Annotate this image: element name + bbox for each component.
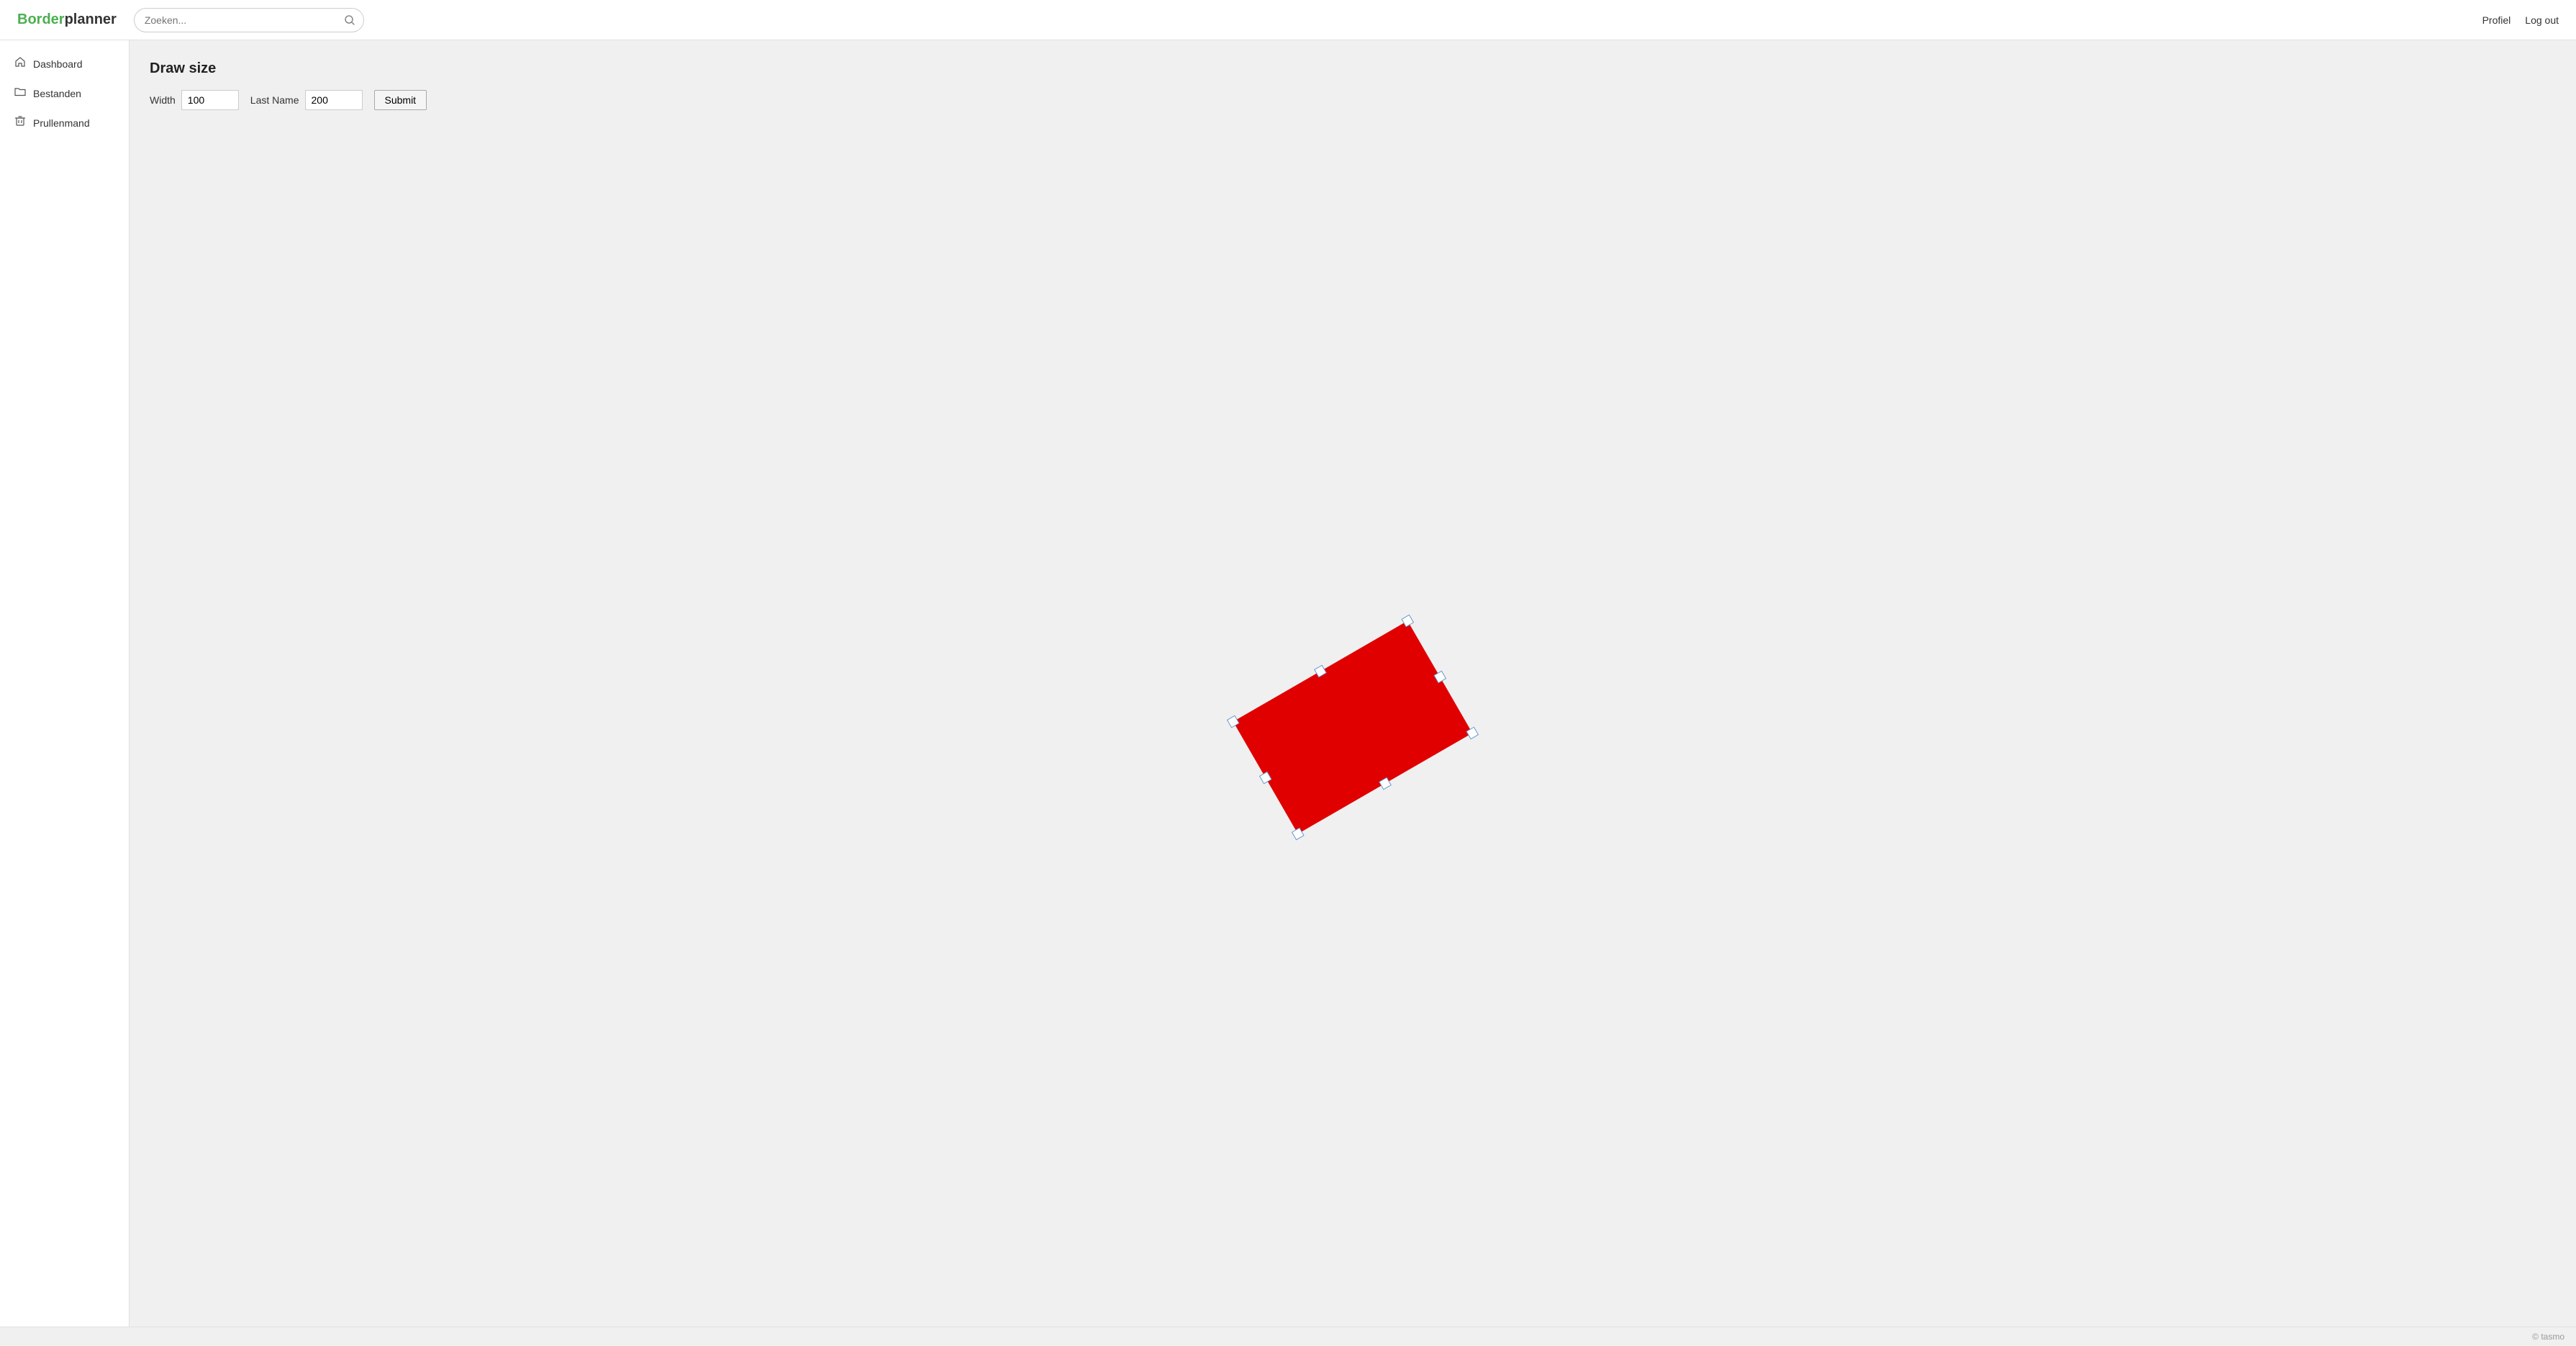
- logo-planner-text: planner: [65, 12, 117, 28]
- trash-icon: [14, 115, 26, 130]
- canvas-area: [150, 127, 2556, 1327]
- drawn-rectangle: [1233, 621, 1472, 834]
- main-content: Draw size Width Last Name Submit: [130, 40, 2576, 1327]
- form-row: Width Last Name Submit: [150, 90, 2556, 110]
- dashboard-label: Dashboard: [33, 58, 83, 70]
- width-label: Width: [150, 94, 176, 106]
- logo[interactable]: Border planner: [17, 12, 117, 28]
- header: Border planner Profiel Log out: [0, 0, 2576, 40]
- prullenmand-label: Prullenmand: [33, 117, 90, 129]
- footer-text: © tasmo: [2532, 1332, 2564, 1342]
- search-container: [134, 8, 364, 32]
- draw-canvas: [1209, 584, 1497, 872]
- search-button[interactable]: [336, 8, 364, 32]
- page-title: Draw size: [150, 60, 2556, 77]
- bestanden-label: Bestanden: [33, 88, 81, 99]
- footer: © tasmo: [0, 1327, 2576, 1346]
- sidebar-item-prullenmand[interactable]: Prullenmand: [0, 108, 129, 137]
- submit-button[interactable]: Submit: [374, 90, 427, 110]
- header-right: Profiel Log out: [2482, 14, 2559, 26]
- logout-link[interactable]: Log out: [2525, 14, 2559, 26]
- width-input[interactable]: [181, 90, 239, 110]
- home-icon: [14, 56, 26, 71]
- logo-border-text: Border: [17, 12, 65, 28]
- sidebar-item-dashboard[interactable]: Dashboard: [0, 49, 129, 78]
- sidebar-item-bestanden[interactable]: Bestanden: [0, 78, 129, 108]
- search-icon: [345, 15, 355, 25]
- width-field-group: Width: [150, 90, 239, 110]
- sidebar: Dashboard Bestanden Prullenmand: [0, 40, 130, 1327]
- search-input[interactable]: [134, 8, 336, 32]
- lastname-field-group: Last Name: [250, 90, 363, 110]
- rotated-rect-container: [1209, 584, 1497, 874]
- lastname-input[interactable]: [305, 90, 363, 110]
- layout: Dashboard Bestanden Prullenmand: [0, 40, 2576, 1327]
- lastname-label: Last Name: [250, 94, 299, 106]
- folder-icon: [14, 86, 26, 101]
- profiel-link[interactable]: Profiel: [2482, 14, 2511, 26]
